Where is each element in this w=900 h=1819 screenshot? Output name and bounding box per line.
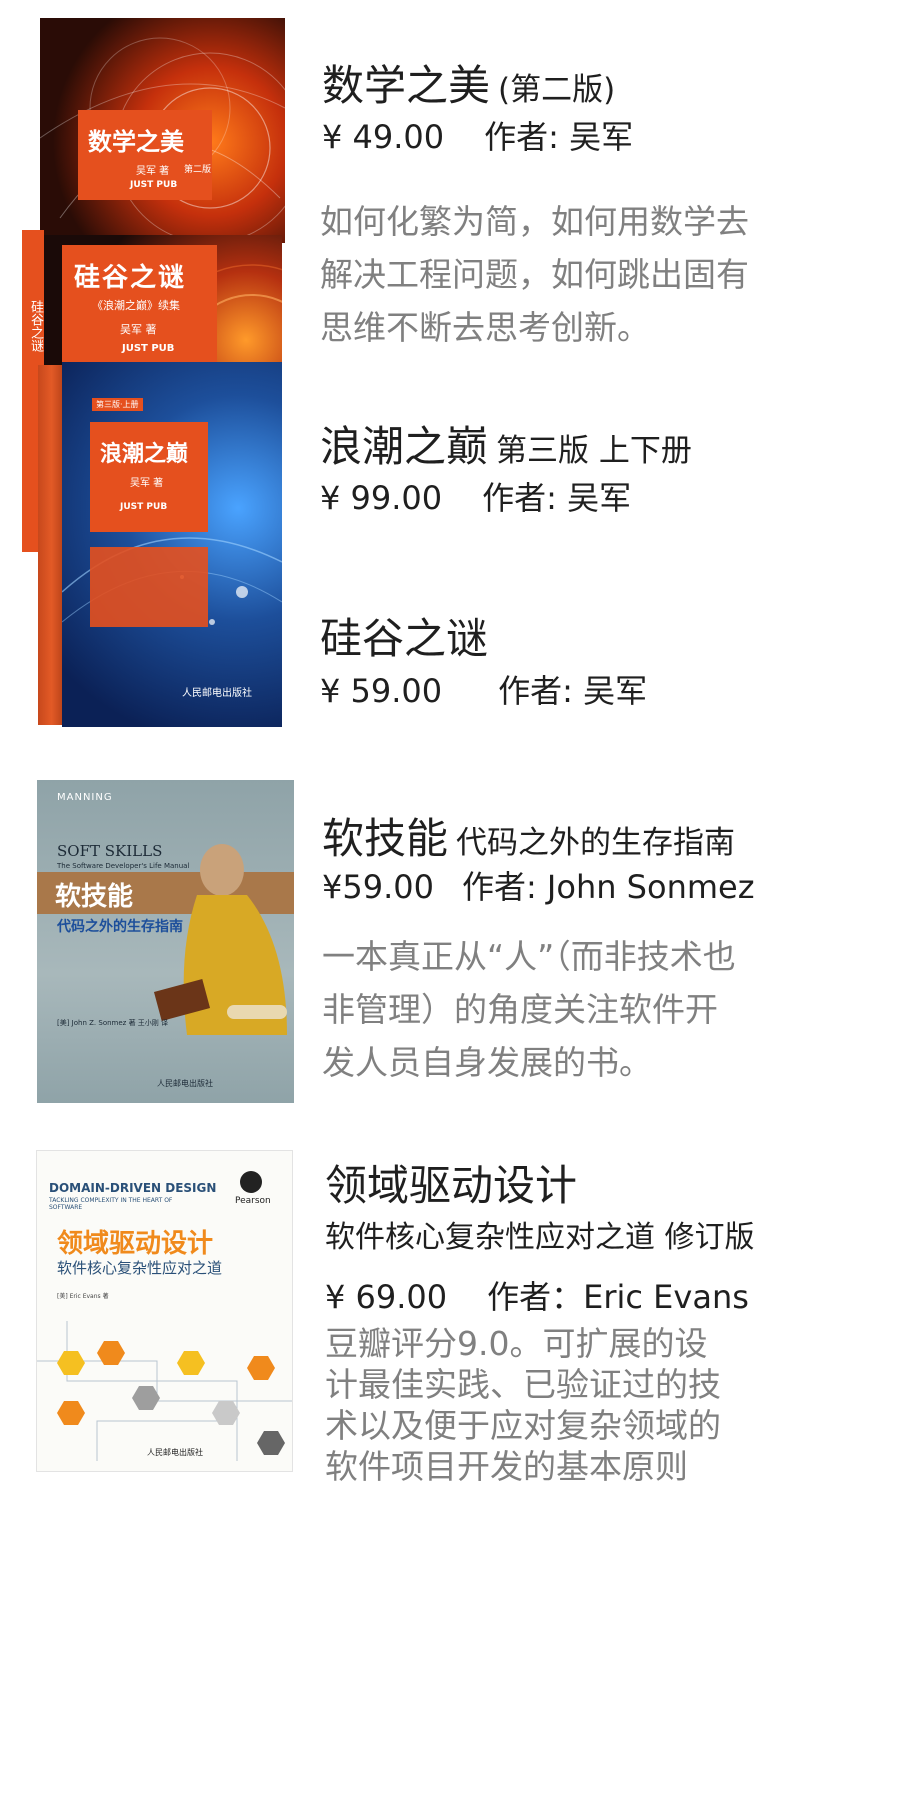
title-sub: 软件核心复杂性应对之道 修订版 [325, 1220, 755, 1255]
cover-title: 硅谷之谜 [74, 263, 187, 293]
book-description: 一本真正从“人”（而非技术也非管理）的角度关注软件开发人员自身发展的书。 [322, 937, 736, 1082]
cover-title: 软技能 [55, 882, 134, 912]
title-main: 浪潮之巅 [320, 422, 489, 471]
publisher-mark: JUST PUB [130, 180, 178, 190]
book-title[interactable]: 软技能 代码之外的生存指南 [322, 805, 735, 866]
scribe-figure-icon [153, 844, 287, 1035]
author: 作者: 吴军 [498, 672, 648, 710]
price-line: ¥59.00 作者: John Sonmez [322, 862, 755, 908]
price-line: ¥ 59.00 作者: 吴军 [320, 666, 647, 712]
price: ¥ 59.00 [320, 672, 443, 710]
price-line: ¥ 99.00 作者: 吴军 [320, 473, 631, 519]
title-main: 软技能 [322, 814, 449, 863]
author: 作者: 吴军 [484, 118, 634, 156]
book-cover-ddd[interactable]: DOMAIN-DRIVEN DESIGN TACKLING COMPLEXITY… [36, 1150, 293, 1472]
cover-title: 领域驱动设计 [57, 1229, 214, 1259]
cover-author: 吴军 著 [120, 323, 157, 336]
cover-imprint: 人民邮电出版社 [147, 1448, 203, 1457]
cover-imprint: 人民邮电出版社 [157, 1079, 213, 1088]
book-title[interactable]: 数学之美 (第二版) [322, 52, 615, 113]
cover-en-title: DOMAIN-DRIVEN DESIGN [49, 1181, 217, 1195]
cover-author: [美] Eric Evans 著 [57, 1293, 109, 1300]
author: 作者: John Sonmez [461, 868, 755, 906]
network-pattern-icon [62, 537, 282, 625]
book-description: 如何化繁为简，如何用数学去解决工程问题，如何跳出固有思维不断去思考创新。 [320, 202, 749, 347]
book-title[interactable]: 硅谷之谜 [320, 605, 488, 666]
price: ¥ 69.00 [325, 1278, 448, 1316]
book-title[interactable]: 浪潮之巅 第三版 上下册 [320, 413, 692, 474]
cover-series: 《浪潮之巅》续集 [92, 299, 180, 312]
spine-title: 硅谷之谜 [28, 300, 43, 352]
price: ¥ 99.00 [320, 479, 443, 517]
book-cover-waves[interactable]: 浪潮之巅 吴军 著 JUST PUB 第三版·上册 人民邮电出版社 [62, 362, 282, 727]
title-main: 硅谷之谜 [320, 614, 489, 663]
cover-title-plate: 浪潮之巅 吴军 著 JUST PUB [90, 422, 208, 532]
price-line: ¥ 49.00 作者: 吴军 [322, 112, 633, 158]
cover-publisher: MANNING [57, 792, 113, 803]
price-line: ¥ 69.00 作者：Eric Evans [325, 1272, 749, 1318]
publisher-mark: JUST PUB [120, 502, 168, 512]
cover-publisher: 人民邮电出版社 [182, 688, 252, 699]
cover-subtitle: 软件核心复杂性应对之道 [57, 1259, 223, 1277]
pearson-logo-icon [240, 1171, 262, 1193]
cover-blurb-block [90, 547, 208, 627]
cover-title: 数学之美 [88, 128, 184, 156]
price: ¥ 49.00 [322, 118, 445, 156]
cover-publisher: Pearson [235, 1196, 271, 1206]
cover-author: 吴军 著 [136, 166, 170, 177]
cover-title: 浪潮之巅 [100, 441, 189, 467]
cover-title-plate: 数学之美 吴军 著 第二版 JUST PUB [78, 110, 212, 200]
author: 作者: 吴军 [482, 479, 632, 517]
title-main: 领域驱动设计 [325, 1161, 578, 1210]
author: 作者：Eric Evans [487, 1278, 749, 1316]
circuit-pattern-icon [37, 1321, 292, 1461]
book-cover-math[interactable]: 数学之美 吴军 著 第二版 JUST PUB [40, 18, 285, 243]
title-main: 数学之美 [322, 61, 491, 110]
title-sub: (第二版) [498, 72, 616, 108]
publisher-mark: JUST PUB [122, 343, 175, 354]
title-sub: 第三版 上下册 [496, 433, 692, 469]
price: ¥59.00 [322, 868, 434, 906]
cover-edition: 第三版·上册 [92, 398, 143, 411]
title-sub: 代码之外的生存指南 [456, 825, 736, 861]
book-title[interactable]: 领域驱动设计 [325, 1152, 577, 1213]
cover-en-sub: TACKLING COMPLEXITY IN THE HEART OF SOFT… [49, 1197, 173, 1211]
book-description: 豆瓣评分9.0。可扩展的设计最佳实践、已验证过的技术以及便于应对复杂领域的软件项… [325, 1324, 721, 1486]
cover-author: [美] John Z. Sonmez 著 王小刚 译 [57, 1019, 169, 1027]
cover-title-plate: 硅谷之谜 《浪潮之巅》续集 吴军 著 JUST PUB [62, 245, 217, 365]
cover-author: 吴军 著 [130, 478, 164, 489]
cover-edition: 第二版 [184, 165, 212, 175]
book-cover-soft-skills[interactable]: MANNING SOFT SKILLS The Software Develop… [37, 780, 294, 1103]
